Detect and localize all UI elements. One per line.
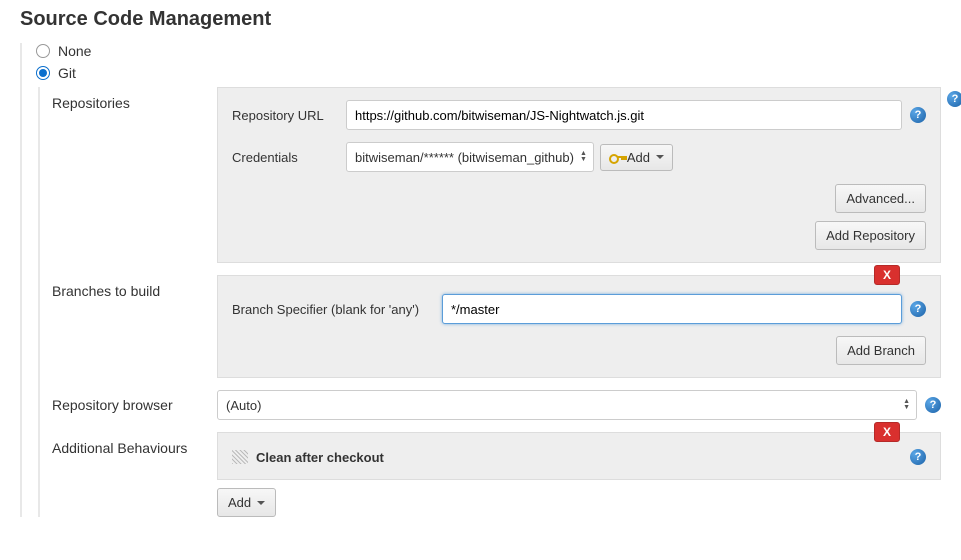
add-behaviour-button[interactable]: Add — [217, 488, 276, 517]
add-credentials-button[interactable]: Add — [600, 144, 673, 171]
advanced-button[interactable]: Advanced... — [835, 184, 926, 213]
help-icon[interactable]: ? — [910, 449, 926, 465]
clean-after-checkout-label: Clean after checkout — [256, 450, 384, 465]
label-credentials: Credentials — [232, 150, 346, 165]
add-behaviour-label: Add — [228, 495, 251, 510]
key-icon — [609, 152, 623, 162]
branch-specifier-input[interactable] — [442, 294, 902, 324]
label-repo-browser: Repository browser — [52, 397, 217, 413]
branches-panel: X Branch Specifier (blank for 'any') ? A… — [217, 275, 941, 378]
delete-behaviour-button[interactable]: X — [874, 422, 900, 442]
scm-option-none[interactable]: None — [36, 43, 941, 59]
add-cred-label: Add — [627, 150, 650, 165]
repo-url-input[interactable] — [346, 100, 902, 130]
help-icon[interactable]: ? — [910, 107, 926, 123]
label-branches: Branches to build — [52, 275, 217, 378]
repo-browser-value: (Auto) — [226, 398, 261, 413]
help-icon[interactable]: ? — [925, 397, 941, 413]
label-additional-behaviours: Additional Behaviours — [52, 432, 217, 517]
add-repository-button[interactable]: Add Repository — [815, 221, 926, 250]
scm-label-git: Git — [58, 65, 76, 81]
label-repositories: Repositories — [52, 87, 217, 263]
repositories-panel: Repository URL ? Credentials bitwiseman/… — [217, 87, 941, 263]
label-repo-url: Repository URL — [232, 108, 346, 123]
delete-branch-button[interactable]: X — [874, 265, 900, 285]
help-icon[interactable]: ? — [947, 91, 961, 107]
repo-browser-select[interactable]: (Auto) ▲▼ — [217, 390, 917, 420]
help-icon[interactable]: ? — [910, 301, 926, 317]
additional-behaviours-panel: X Clean after checkout ? — [217, 432, 941, 480]
scm-option-git[interactable]: Git — [36, 65, 941, 81]
credentials-value: bitwiseman/****** (bitwiseman_github) — [355, 150, 574, 165]
select-arrows-icon: ▲▼ — [580, 151, 587, 163]
label-branch-specifier: Branch Specifier (blank for 'any') — [232, 302, 442, 317]
add-branch-button[interactable]: Add Branch — [836, 336, 926, 365]
select-arrows-icon: ▲▼ — [903, 399, 910, 411]
page-title: Source Code Management — [20, 8, 941, 31]
scm-label-none: None — [58, 43, 91, 59]
radio-icon-selected — [36, 66, 50, 80]
credentials-select[interactable]: bitwiseman/****** (bitwiseman_github) ▲▼ — [346, 142, 594, 172]
drag-handle-icon[interactable] — [232, 450, 248, 464]
radio-icon — [36, 44, 50, 58]
